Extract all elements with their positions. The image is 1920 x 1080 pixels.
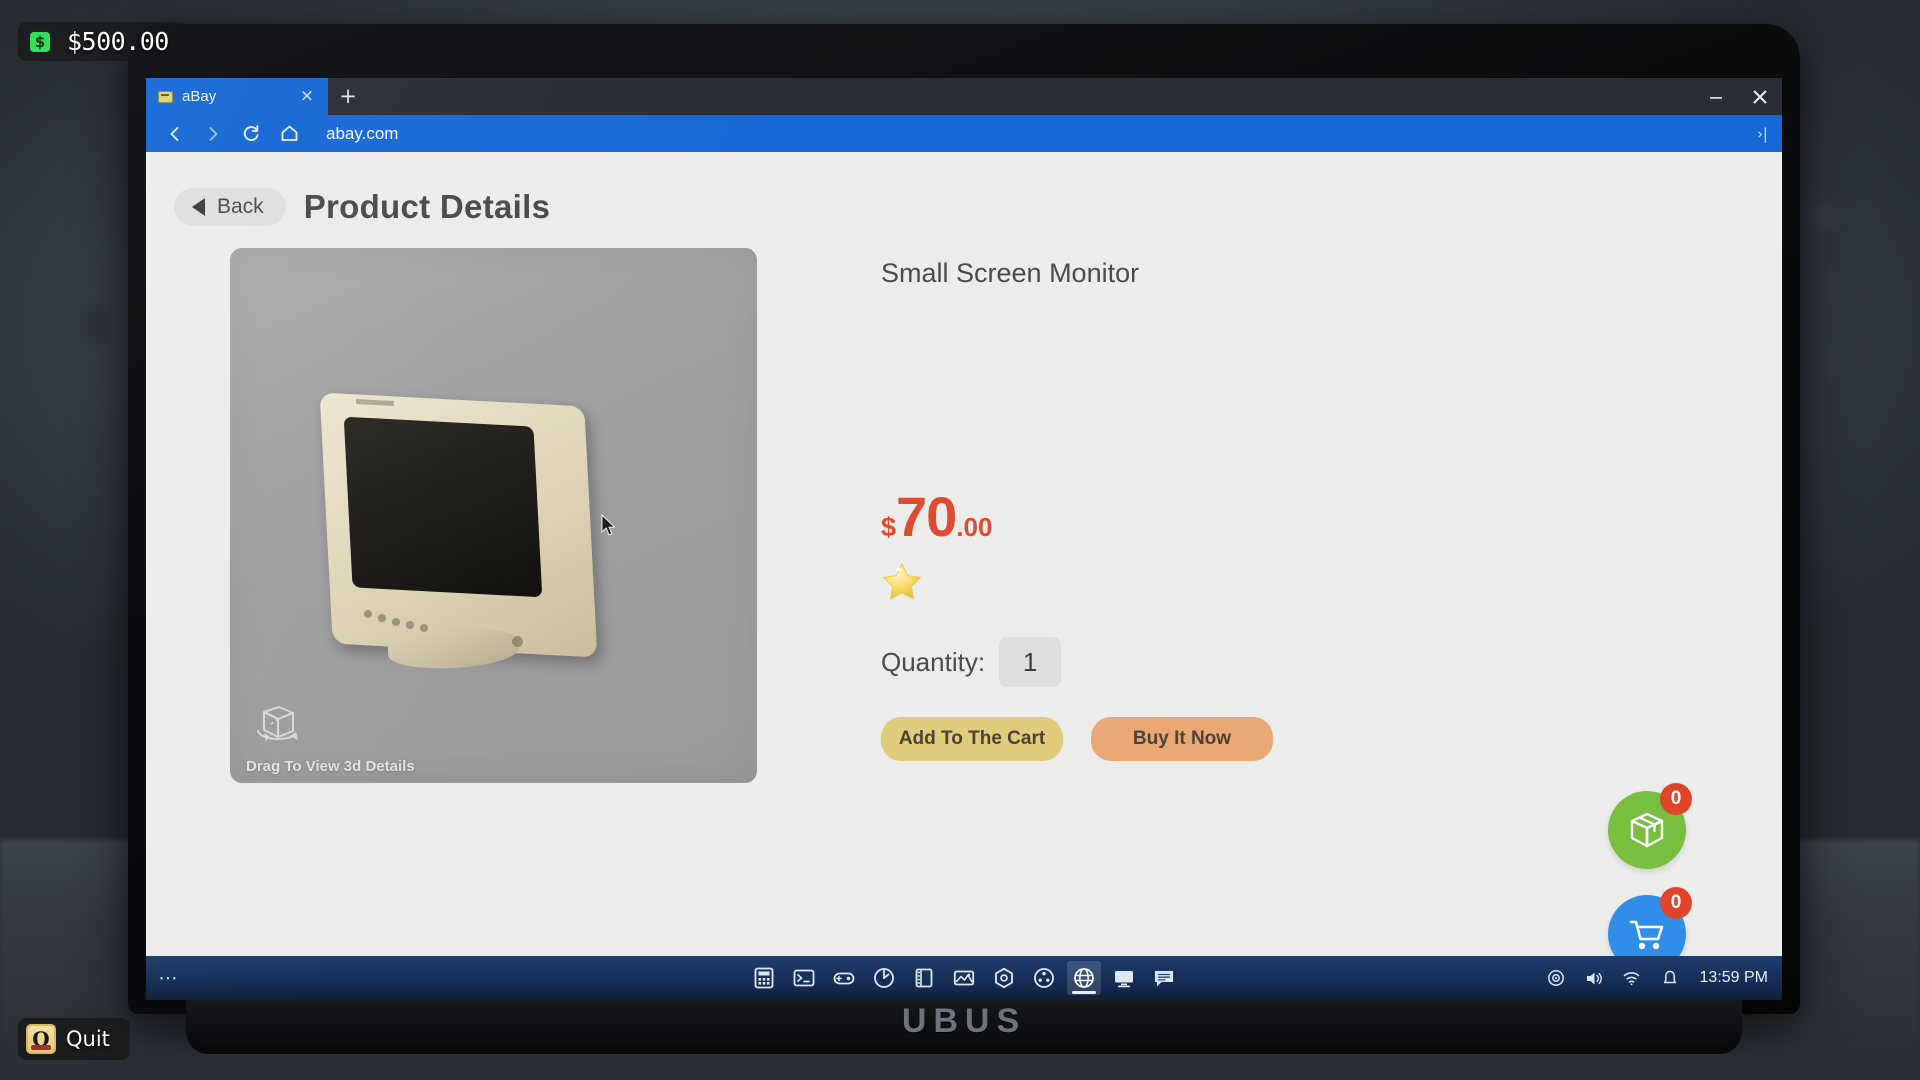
monitor-icon[interactable] bbox=[1107, 961, 1141, 995]
drag-hint-label: Drag To View 3d Details bbox=[246, 758, 415, 775]
clock-label: 13:59 PM bbox=[1699, 969, 1768, 986]
calculator-icon[interactable] bbox=[747, 961, 781, 995]
page-title: Product Details bbox=[303, 188, 551, 225]
notebook-icon[interactable] bbox=[907, 961, 941, 995]
disc-icon[interactable] bbox=[1546, 968, 1566, 988]
nav-forward-button[interactable] bbox=[196, 119, 230, 149]
chevron-right-icon bbox=[209, 126, 218, 141]
product-info: Small Screen Monitor $ 70 .00 Quantity: … bbox=[757, 248, 1782, 783]
tab-abay[interactable]: aBay × bbox=[146, 78, 328, 115]
price-cents: .00 bbox=[956, 512, 993, 542]
product-area: Drag To View 3d Details Small Screen Mon… bbox=[146, 226, 1782, 956]
reload-icon bbox=[243, 125, 258, 141]
laptop-screen: aBay × + abay.com ›| Back Product Detail… bbox=[146, 78, 1782, 1000]
globe-browser-icon[interactable] bbox=[1067, 961, 1101, 995]
package-icon-button[interactable]: 0 bbox=[1608, 783, 1692, 869]
taskbar-tray: 13:59 PM bbox=[1546, 968, 1768, 988]
terminal-icon[interactable] bbox=[787, 961, 821, 995]
quantity-input[interactable] bbox=[999, 637, 1062, 687]
quantity-row: Quantity: bbox=[881, 637, 1782, 687]
ellipsis-icon: ⋯ bbox=[158, 966, 178, 989]
product-3d-model bbox=[316, 378, 646, 698]
cart-count-badge: 0 bbox=[1660, 887, 1692, 919]
page-header: Back Product Details bbox=[146, 152, 1782, 226]
photo-editor-icon[interactable] bbox=[947, 961, 981, 995]
page-favicon bbox=[158, 90, 173, 103]
gamepad-icon[interactable] bbox=[827, 961, 861, 995]
volume-icon[interactable] bbox=[1584, 968, 1604, 988]
triangle-left-icon bbox=[192, 198, 205, 216]
money-value: $500.00 bbox=[67, 27, 169, 56]
floating-icons: 0 0 bbox=[1608, 783, 1692, 956]
close-icon bbox=[1753, 89, 1767, 104]
product-price: $ 70 .00 bbox=[881, 489, 1782, 545]
address-bar-url[interactable]: abay.com bbox=[326, 124, 398, 144]
laptop: UBUS aBay × + abay.com ›| Back Product D… bbox=[128, 24, 1800, 1054]
start-menu-button[interactable]: ⋯ bbox=[146, 966, 190, 989]
settings-hex-icon[interactable] bbox=[987, 961, 1021, 995]
quantity-label: Quantity: bbox=[881, 646, 986, 677]
minimize-button[interactable] bbox=[1694, 78, 1738, 115]
nav-back-button[interactable] bbox=[158, 119, 192, 149]
browser-window: aBay × + abay.com ›| Back Product Detail… bbox=[146, 78, 1782, 1000]
laptop-brand-label: UBUS bbox=[901, 1001, 1027, 1040]
home-icon bbox=[281, 125, 297, 141]
add-to-cart-button[interactable]: Add To The Cart bbox=[881, 717, 1063, 761]
new-tab-button[interactable]: + bbox=[328, 78, 368, 115]
back-button[interactable]: Back bbox=[174, 188, 286, 226]
cart-icon-button[interactable]: 0 bbox=[1608, 887, 1692, 956]
taskbar-apps bbox=[747, 961, 1181, 995]
nav-home-button[interactable] bbox=[272, 119, 306, 149]
chevron-left-icon bbox=[170, 126, 179, 141]
nav-expand-icon[interactable]: ›| bbox=[1757, 125, 1768, 143]
product-name: Small Screen Monitor bbox=[881, 258, 1140, 288]
star-icon bbox=[882, 563, 922, 600]
quit-label: Quit bbox=[66, 1027, 110, 1051]
action-row: Add To The Cart Buy It Now bbox=[881, 717, 1782, 761]
film-reel-icon[interactable] bbox=[1027, 961, 1061, 995]
minimize-icon bbox=[1710, 96, 1722, 99]
buy-it-now-button[interactable]: Buy It Now bbox=[1091, 717, 1273, 761]
package-box-icon bbox=[1630, 812, 1664, 848]
product-image-viewer[interactable]: Drag To View 3d Details bbox=[230, 248, 757, 783]
dollar-bill-icon: $ bbox=[26, 27, 54, 56]
close-tab-icon[interactable]: × bbox=[298, 88, 316, 105]
messages-icon[interactable] bbox=[1147, 961, 1181, 995]
quit-button[interactable]: Q Quit bbox=[18, 1018, 130, 1060]
product-rating bbox=[881, 559, 1782, 601]
power-meter-icon[interactable] bbox=[867, 961, 901, 995]
price-currency: $ bbox=[881, 512, 897, 542]
webpage-content: Back Product Details Drag To View 3d Det… bbox=[146, 152, 1782, 956]
browser-tabstrip: aBay × bbox=[146, 78, 328, 115]
taskbar: ⋯ 13:59 PM bbox=[146, 956, 1782, 1000]
price-whole: 70 bbox=[896, 485, 957, 548]
browser-navbar: abay.com ›| bbox=[146, 115, 1782, 152]
package-count-badge: 0 bbox=[1660, 783, 1692, 815]
bell-icon[interactable] bbox=[1660, 968, 1680, 988]
shopping-cart-icon bbox=[1629, 920, 1664, 950]
tab-title: aBay bbox=[182, 88, 217, 105]
browser-titlebar: aBay × + bbox=[146, 78, 1782, 115]
wifi-icon[interactable] bbox=[1622, 968, 1642, 988]
rotate-cube-icon bbox=[256, 706, 298, 741]
titlebar-spacer bbox=[368, 78, 1694, 115]
nav-reload-button[interactable] bbox=[234, 119, 268, 149]
q-key-icon: Q bbox=[26, 1024, 56, 1054]
close-window-button[interactable] bbox=[1738, 78, 1782, 115]
drag-hint: Drag To View 3d Details bbox=[246, 700, 415, 775]
money-hud: $ $500.00 bbox=[18, 22, 187, 61]
back-button-label: Back bbox=[217, 195, 264, 218]
